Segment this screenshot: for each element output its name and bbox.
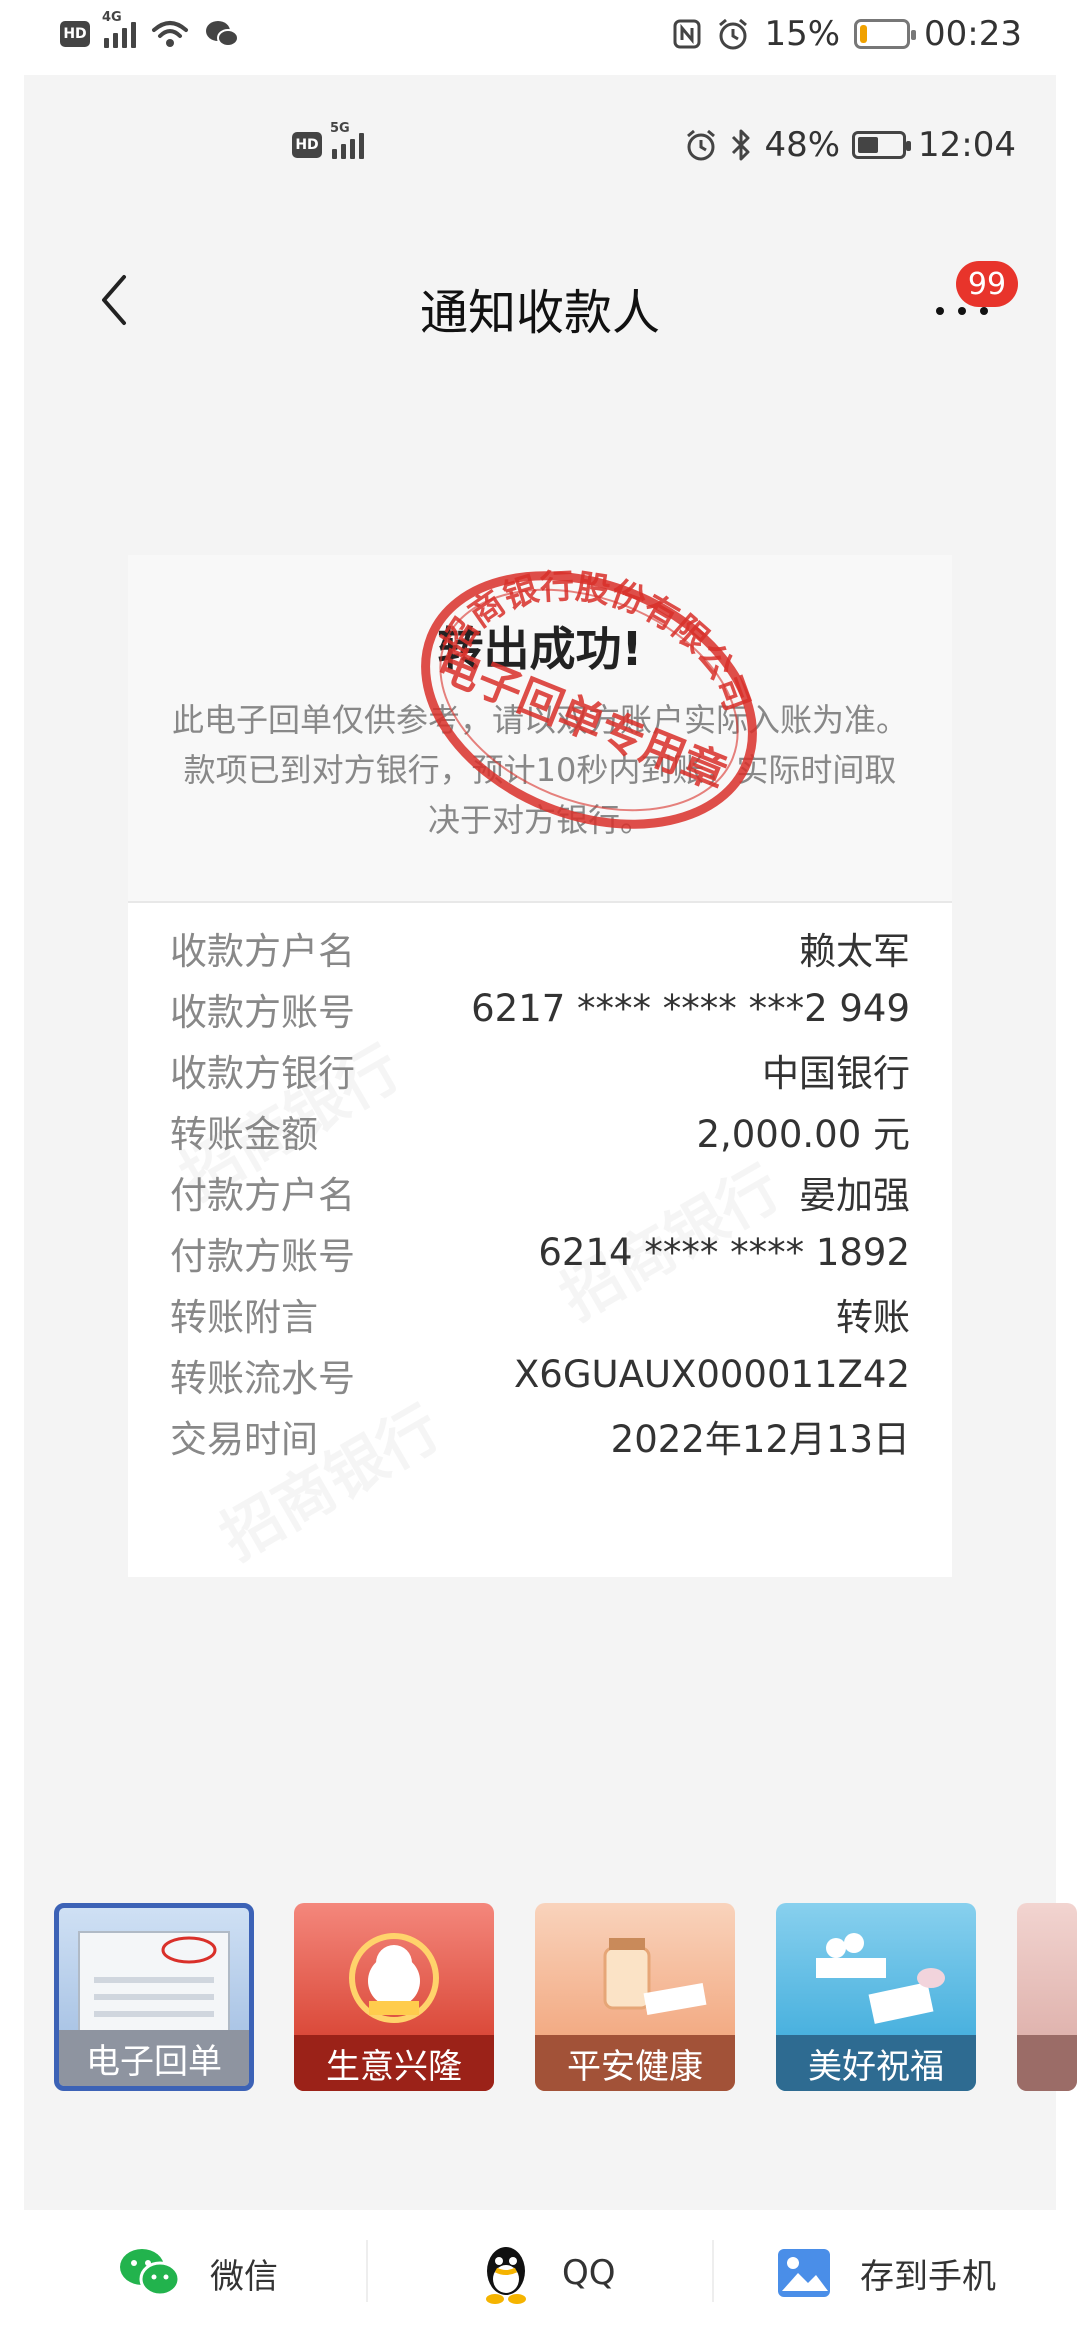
qq-icon [486, 2247, 526, 2304]
receipt-row: 转账附言 转账 [170, 1283, 910, 1344]
card-label [1017, 2035, 1077, 2091]
share-wechat-label: 微信 [210, 2256, 278, 2297]
flowers-letter-icon [816, 1933, 945, 2024]
wifi-icon [152, 21, 188, 47]
receipt-row-value: 转账 [836, 1295, 910, 1339]
receipt-row: 收款方账号 6217 **** **** ***2 949 [170, 978, 910, 1039]
receipt-row: 收款方银行 中国银行 [170, 1039, 910, 1100]
theme-card-prosperity[interactable]: 生意兴隆 [294, 1903, 494, 2091]
receipt-row-value: X6GUAUX000011Z42 [513, 1353, 910, 1396]
save-to-phone-button[interactable]: 存到手机 [776, 2238, 996, 2308]
receipt-row-value: 中国银行 [762, 1051, 910, 1095]
more-icon [936, 307, 988, 315]
receipt-row-label: 交易时间 [170, 1417, 318, 1461]
receipt-row-label: 转账流水号 [170, 1356, 355, 1400]
wechat-notification-icon [206, 21, 239, 47]
hd-icon: HD [292, 132, 322, 158]
alarm-icon [687, 129, 716, 161]
photo-icon [778, 2249, 830, 2297]
share-bar: 微信 QQ 存到手机 [0, 2210, 1080, 2340]
receipt-row-value: 赖太军 [799, 929, 910, 973]
receipt-row-label: 收款方账号 [170, 990, 355, 1034]
jar-gift-icon [603, 1938, 707, 2016]
page-title: 通知收款人 [419, 285, 660, 341]
receipt-row: 收款方户名 赖太军 [170, 917, 910, 978]
theme-card-e-receipt[interactable]: 电子回单 [54, 1903, 254, 2091]
theme-card-list: 电子回单 生意兴隆 平安健康 美好祝福 [24, 1903, 1077, 2103]
bluetooth-icon [732, 129, 750, 161]
lucky-cat-icon [349, 1933, 439, 2023]
battery-icon [852, 131, 912, 159]
card-label: 生意兴隆 [294, 2035, 494, 2091]
receipt-note: 此电子回单仅供参考，请以双方账户实际入账为准。款项已到对方银行，预计10秒内到账… [171, 701, 908, 839]
divider [366, 2240, 368, 2302]
receipt-thumbnail-icon [78, 1931, 230, 2038]
receipt-row-value: 6214 **** **** 1892 [538, 1231, 910, 1274]
save-to-phone-label: 存到手机 [860, 2256, 996, 2297]
receipt-row-label: 转账附言 [170, 1295, 318, 1339]
clock: 00:23 [924, 14, 1022, 54]
receipt-row-value: 2,000.00 元 [696, 1112, 910, 1156]
share-qq-button[interactable]: QQ [478, 2238, 616, 2308]
receipt-row-label: 付款方账号 [170, 1234, 355, 1278]
receipt-row-label: 转账金额 [170, 1112, 318, 1156]
navigation-bar: 通知收款人 99 [24, 245, 1056, 355]
receipt-row-value: 晏加强 [799, 1173, 910, 1217]
system-status-bar: HD 4G 15% 00:23 [0, 0, 1080, 75]
hd-icon: HD [60, 21, 90, 47]
battery-percent: 48% [764, 125, 841, 165]
theme-card-more[interactable] [1017, 1903, 1077, 2091]
receipt-details: 收款方户名 赖太军收款方账号 6217 **** **** ***2 949 收款方银… [170, 917, 910, 1466]
wechat-icon [120, 2249, 181, 2297]
receipt-row-label: 收款方银行 [170, 1051, 355, 1095]
more-options-button[interactable]: 99 [936, 261, 1018, 335]
notification-badge: 99 [956, 261, 1018, 307]
clock: 12:04 [918, 125, 1016, 165]
e-receipt: 招商银行 招商银行 招商银行 转出成功! 此电子回单仅供参考，请以双方账户实际入… [128, 555, 952, 1577]
card-label: 平安健康 [535, 2035, 735, 2091]
nfc-icon [673, 19, 701, 49]
divider [712, 2240, 714, 2302]
card-label: 美好祝福 [776, 2035, 976, 2091]
app-screen: HD 5G 48% 12:04 通知收款人 99 转出成功! 此电子回单仅供参考… [24, 75, 1077, 2210]
battery-icon [854, 19, 917, 49]
share-qq-label: QQ [562, 2253, 616, 2293]
theme-card-health[interactable]: 平安健康 [535, 1903, 735, 2091]
share-wechat-button[interactable]: 微信 [118, 2238, 278, 2308]
receipt-header: 转出成功! 此电子回单仅供参考，请以双方账户实际入账为准。款项已到对方银行，预计… [128, 555, 952, 903]
receipt-row-value: 6217 **** **** ***2 949 [471, 987, 910, 1030]
receipt-row: 交易时间 2022年12月13日 [170, 1405, 910, 1466]
battery-percent: 15% [764, 14, 841, 54]
card-label: 电子回单 [59, 2030, 249, 2086]
receipt-row: 付款方户名 晏加强 [170, 1161, 910, 1222]
alarm-icon [719, 18, 748, 50]
inner-status-bar: HD 5G 48% 12:04 [24, 75, 1056, 165]
receipt-row: 转账金额 2,000.00 元 [170, 1100, 910, 1161]
receipt-row: 付款方账号 6214 **** **** 1892 [170, 1222, 910, 1283]
receipt-row-label: 收款方户名 [170, 929, 355, 973]
theme-card-blessings[interactable]: 美好祝福 [776, 1903, 976, 2091]
receipt-title: 转出成功! [437, 622, 643, 676]
receipt-row: 转账流水号 X6GUAUX000011Z42 [170, 1344, 910, 1405]
receipt-row-value: 2022年12月13日 [610, 1417, 910, 1461]
signal-icon: 5G [330, 121, 364, 159]
receipt-row-label: 付款方户名 [170, 1173, 355, 1217]
signal-icon: 4G [102, 10, 136, 48]
